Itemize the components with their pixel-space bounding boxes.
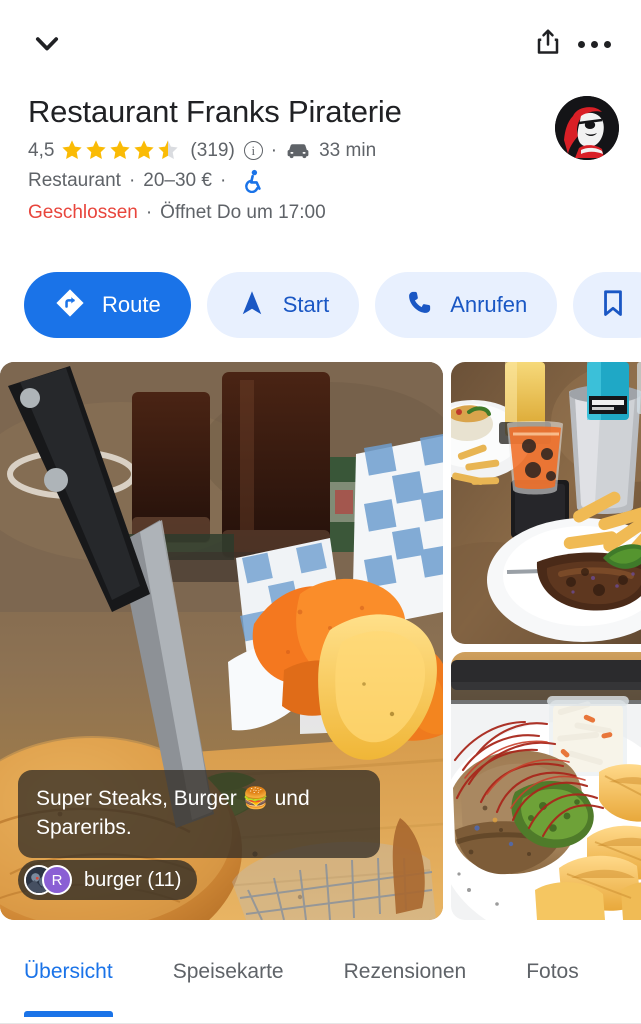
- tab-fotos-label: Fotos: [526, 960, 579, 983]
- start-button-label: Start: [282, 292, 330, 317]
- tab-active-indicator: [24, 1011, 113, 1017]
- action-button-row: Route Start Anrufen: [0, 272, 641, 338]
- place-category: Restaurant: [28, 170, 121, 191]
- call-button[interactable]: Anrufen: [375, 272, 558, 338]
- contributor-avatars: R: [24, 865, 72, 895]
- chevron-down-icon: [30, 27, 64, 61]
- price-range: 20–30 €: [143, 170, 212, 191]
- rating-stars-icon: [61, 139, 183, 161]
- car-icon: [285, 140, 311, 160]
- route-button-label: Route: [102, 292, 161, 317]
- tab-speisekarte-label: Speisekarte: [172, 960, 284, 983]
- drive-time: 33 min: [319, 139, 377, 161]
- photo-credit-label: burger (11): [84, 868, 182, 891]
- call-button-label: Anrufen: [450, 292, 528, 317]
- tab-rezensionen[interactable]: Rezensionen: [344, 960, 497, 984]
- photo-caption: Super Steaks, Burger 🍔 und Spareribs.: [18, 770, 380, 858]
- secondary-photo-bottom[interactable]: [451, 652, 641, 920]
- start-navigation-button[interactable]: Start: [206, 272, 360, 338]
- phone-icon: [405, 288, 434, 322]
- route-button[interactable]: Route: [24, 272, 191, 338]
- meta-separator: ·: [270, 139, 278, 161]
- rating-row: 4,5 (319) i · 33 min: [28, 139, 613, 161]
- rating-value: 4,5: [28, 139, 55, 161]
- category-separator-1: ·: [128, 170, 136, 191]
- open-status: Geschlossen: [28, 202, 138, 223]
- more-options-icon: [577, 40, 611, 48]
- category-row: Restaurant · 20–30 € ·: [28, 169, 613, 193]
- table-with-drinks-and-ribs-photo: [451, 362, 641, 644]
- photo-gallery: Super Steaks, Burger 🍔 und Spareribs. R …: [0, 362, 641, 920]
- place-header: Restaurant Franks Piraterie 4,5 (319) i …: [0, 92, 641, 224]
- directions-icon: [54, 287, 86, 324]
- place-logo-avatar[interactable]: [555, 96, 619, 160]
- next-open-time: Öffnet Do um 17:00: [160, 202, 326, 223]
- tab-rezensionen-label: Rezensionen: [343, 960, 467, 983]
- secondary-photo-top[interactable]: [451, 362, 641, 644]
- pirate-logo-icon: [555, 96, 619, 160]
- detail-tab-bar: Übersicht Speisekarte Rezensionen Fotos: [0, 938, 641, 1024]
- review-count: (319): [190, 139, 235, 161]
- place-title: Restaurant Franks Piraterie: [28, 94, 402, 129]
- collapse-sheet-button[interactable]: [24, 21, 70, 67]
- opening-hours-row[interactable]: Geschlossen · Öffnet Do um 17:00: [28, 202, 613, 224]
- bookmark-icon: [597, 287, 629, 324]
- steak-with-chips-and-coleslaw-photo: [451, 652, 641, 920]
- tab-uebersicht[interactable]: Übersicht: [24, 960, 143, 1017]
- photo-caption-text: Super Steaks, Burger 🍔 und Spareribs.: [36, 787, 310, 839]
- top-bar: [0, 0, 641, 88]
- place-details-screen: Restaurant Franks Piraterie 4,5 (319) i …: [0, 0, 641, 1024]
- category-separator-2: ·: [219, 170, 227, 191]
- tab-fotos[interactable]: Fotos: [526, 960, 609, 984]
- wheelchair-accessible-icon: [242, 169, 264, 193]
- more-options-button[interactable]: [571, 21, 617, 67]
- share-icon: [533, 27, 563, 62]
- info-icon[interactable]: i: [243, 140, 263, 160]
- navigation-arrow-icon: [237, 288, 267, 323]
- share-button[interactable]: [525, 21, 571, 67]
- hours-separator: ·: [145, 202, 153, 223]
- contributor-avatar-2: R: [42, 865, 72, 895]
- tab-uebersicht-label: Übersicht: [24, 960, 113, 983]
- save-bookmark-button[interactable]: [573, 272, 641, 338]
- photo-credit-badge[interactable]: R burger (11): [18, 860, 198, 900]
- tab-speisekarte[interactable]: Speisekarte: [173, 960, 314, 984]
